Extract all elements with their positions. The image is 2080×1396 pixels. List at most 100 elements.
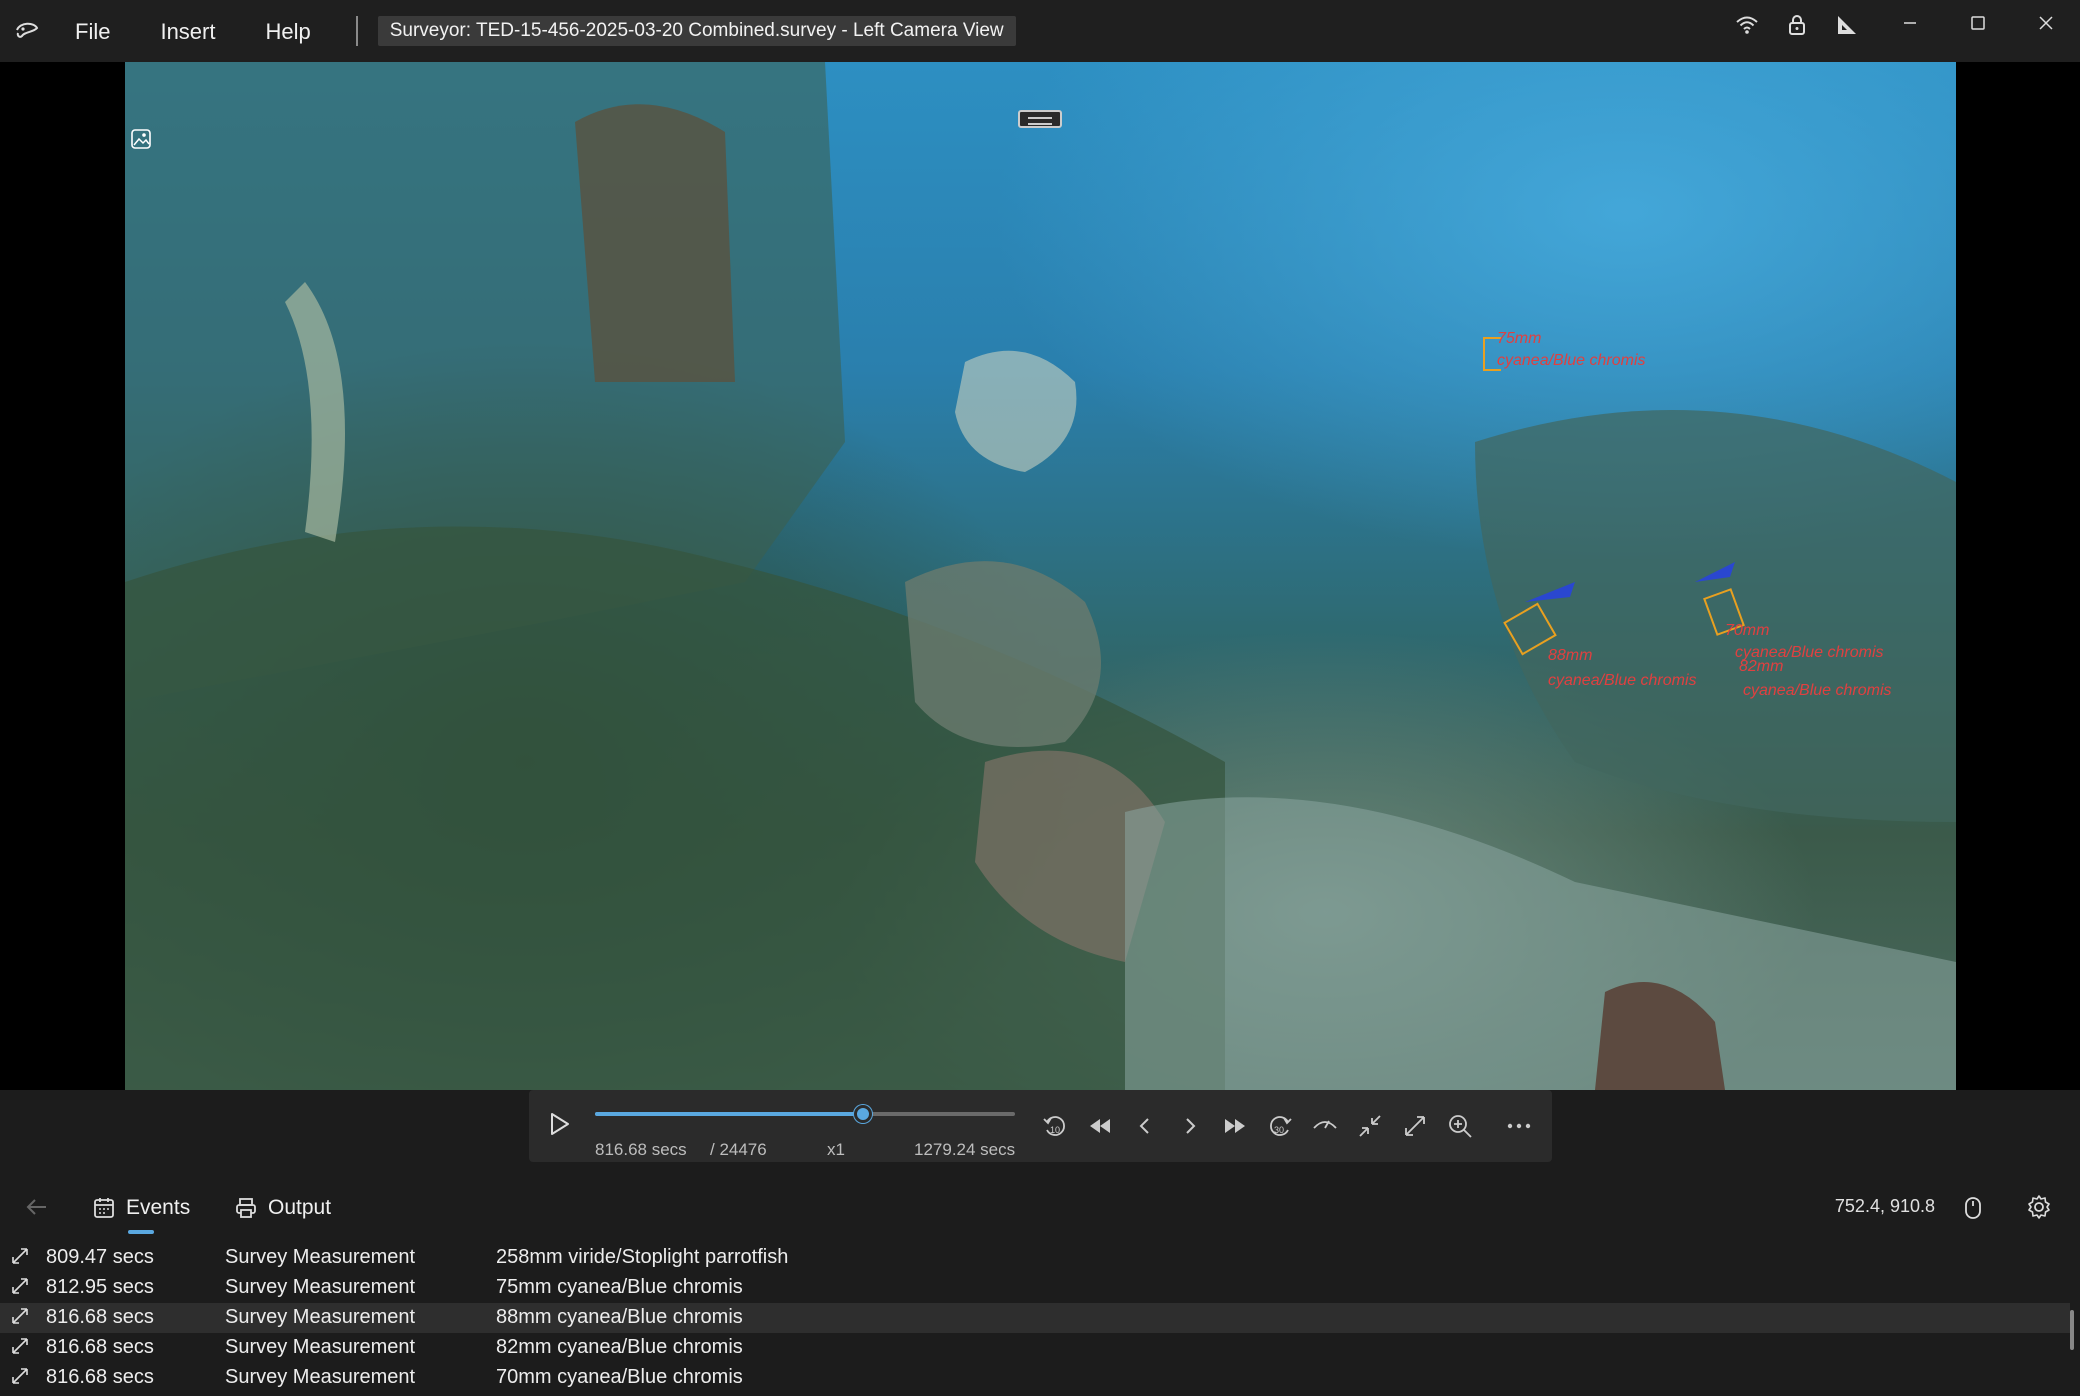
reef-scene [125, 62, 1956, 1090]
play-icon[interactable] [545, 1110, 573, 1138]
list-item[interactable]: 812.95 secs Survey Measurement 75mm cyan… [0, 1273, 2070, 1303]
seek-bar[interactable] [595, 1105, 1015, 1123]
camera-frame[interactable]: 75mm cyanea/Blue chromis 88mm cyanea/Blu… [125, 62, 1956, 1090]
menu-divider [355, 16, 358, 46]
event-type: Survey Measurement [225, 1336, 416, 1358]
event-time: 809.47 secs [46, 1246, 154, 1268]
minimize-button[interactable] [1876, 0, 1944, 46]
events-scrollbar[interactable] [2070, 1310, 2074, 1350]
event-type: Survey Measurement [225, 1246, 416, 1268]
chevron-left-icon [1139, 1117, 1149, 1134]
expand-arrows-icon [1404, 1115, 1425, 1136]
panel-drag-handle[interactable] [1018, 110, 1062, 128]
more-icon [1507, 1123, 1530, 1128]
skip-back-icon [1089, 1118, 1110, 1133]
measurement-icon [12, 1278, 28, 1294]
forward-30-button[interactable]: 30 [1264, 1110, 1295, 1141]
event-time: 816.68 secs [46, 1366, 154, 1388]
list-item[interactable]: 816.68 secs Survey Measurement 70mm cyan… [0, 1363, 2070, 1393]
zoom-button[interactable] [1444, 1110, 1475, 1141]
menu-help[interactable]: Help [240, 0, 335, 62]
annotation-species-1: cyanea/Blue chromis [1497, 352, 1646, 369]
seek-bar-thumb[interactable] [853, 1105, 872, 1123]
annotation-length-3: 70mm [1725, 622, 1770, 639]
title-bar: File Insert Help Surveyor: TED-15-456-20… [0, 0, 2080, 62]
playback-speed[interactable]: x1 [827, 1140, 845, 1160]
collapse-button[interactable] [1354, 1110, 1385, 1141]
total-time: 1279.24 secs [914, 1140, 1016, 1159]
frame-number: / 24476 [710, 1140, 767, 1159]
tab-events[interactable]: Events [92, 1188, 190, 1228]
back-arrow-icon[interactable] [24, 1194, 50, 1220]
collapse-arrows-icon [1358, 1114, 1381, 1137]
measurement-icon [12, 1368, 28, 1384]
rewind-10-icon: 10 [1042, 1115, 1065, 1136]
snapshot-icon[interactable] [130, 128, 152, 150]
event-description: 75mm cyanea/Blue chromis [496, 1276, 743, 1298]
menu-file[interactable]: File [50, 0, 135, 62]
step-back-button[interactable] [1129, 1110, 1160, 1141]
tab-output-label: Output [268, 1196, 332, 1219]
menu-insert[interactable]: Insert [135, 0, 240, 62]
more-options-button[interactable] [1503, 1110, 1534, 1141]
event-type: Survey Measurement [225, 1306, 416, 1328]
svg-text:30: 30 [1274, 1125, 1284, 1135]
events-list: 809.47 secs Survey Measurement 258mm vir… [0, 1240, 2080, 1396]
list-item[interactable]: 816.68 secs Survey Measurement 88mm cyan… [0, 1303, 2070, 1333]
maximize-icon [1971, 16, 1985, 30]
previous-button[interactable] [1084, 1110, 1115, 1141]
next-button[interactable] [1219, 1110, 1250, 1141]
close-icon [2039, 16, 2053, 30]
measurement-icon [12, 1308, 28, 1324]
title-bar-status-icons [1734, 12, 1860, 38]
expand-button[interactable] [1399, 1110, 1430, 1141]
list-item[interactable]: 816.68 secs Survey Measurement 82mm cyan… [0, 1333, 2070, 1363]
close-button[interactable] [2012, 0, 2080, 46]
menu-bar: File Insert Help Surveyor: TED-15-456-20… [50, 0, 1016, 62]
app-window: File Insert Help Surveyor: TED-15-456-20… [0, 0, 2080, 1396]
event-time: 812.95 secs [46, 1276, 154, 1298]
zoom-in-icon [1448, 1114, 1472, 1138]
control-icons: 10 30 [1039, 1110, 1534, 1141]
annotation-species-4: cyanea/Blue chromis [1743, 682, 1892, 699]
tab-events-label: Events [126, 1196, 191, 1219]
wifi-icon[interactable] [1734, 12, 1760, 38]
chevron-right-icon [1185, 1117, 1195, 1134]
panel-tabs: Events Output 752.4, 910.8 [0, 1180, 2080, 1236]
list-item[interactable]: 809.47 secs Survey Measurement 258mm vir… [0, 1243, 2070, 1273]
app-logo-icon [16, 22, 39, 38]
mouse-icon[interactable] [1964, 1196, 1982, 1220]
event-description: 70mm cyanea/Blue chromis [496, 1366, 743, 1388]
forward-30-icon: 30 [1269, 1115, 1292, 1136]
window-title: Surveyor: TED-15-456-2025-03-20 Combined… [377, 16, 1016, 46]
ruler-angle-icon[interactable] [1834, 12, 1860, 38]
window-controls [1876, 0, 2080, 50]
event-time: 816.68 secs [46, 1336, 154, 1358]
event-description: 82mm cyanea/Blue chromis [496, 1336, 743, 1358]
step-forward-button[interactable] [1174, 1110, 1205, 1141]
annotation-length-4: 82mm [1739, 658, 1784, 675]
rewind-10-button[interactable]: 10 [1039, 1110, 1070, 1141]
printer-icon [236, 1198, 256, 1218]
maximize-button[interactable] [1944, 0, 2012, 46]
playback-controls: 816.68 secs / 24476 x1 1279.24 secs 10 3… [529, 1090, 1552, 1162]
seek-bar-progress [595, 1112, 863, 1116]
calendar-icon [94, 1198, 114, 1218]
active-tab-indicator [128, 1230, 154, 1234]
skip-forward-icon [1224, 1118, 1245, 1133]
annotation-length-1: 75mm [1497, 330, 1542, 347]
lock-icon[interactable] [1784, 12, 1810, 38]
video-viewport: 75mm cyanea/Blue chromis 88mm cyanea/Blu… [0, 62, 2080, 1090]
measurement-icon [12, 1248, 28, 1264]
event-description: 88mm cyanea/Blue chromis [496, 1306, 743, 1328]
event-type: Survey Measurement [225, 1366, 416, 1388]
gear-icon[interactable] [2026, 1194, 2052, 1220]
svg-text:10: 10 [1050, 1125, 1060, 1135]
measure-tool-button[interactable] [1309, 1110, 1340, 1141]
annotation-species-2: cyanea/Blue chromis [1548, 672, 1697, 689]
event-type: Survey Measurement [225, 1276, 416, 1298]
minimize-icon [1904, 22, 1916, 24]
tab-output[interactable]: Output [234, 1188, 331, 1228]
cursor-coordinates: 752.4, 910.8 [1834, 1196, 1935, 1216]
event-time: 816.68 secs [46, 1306, 154, 1328]
